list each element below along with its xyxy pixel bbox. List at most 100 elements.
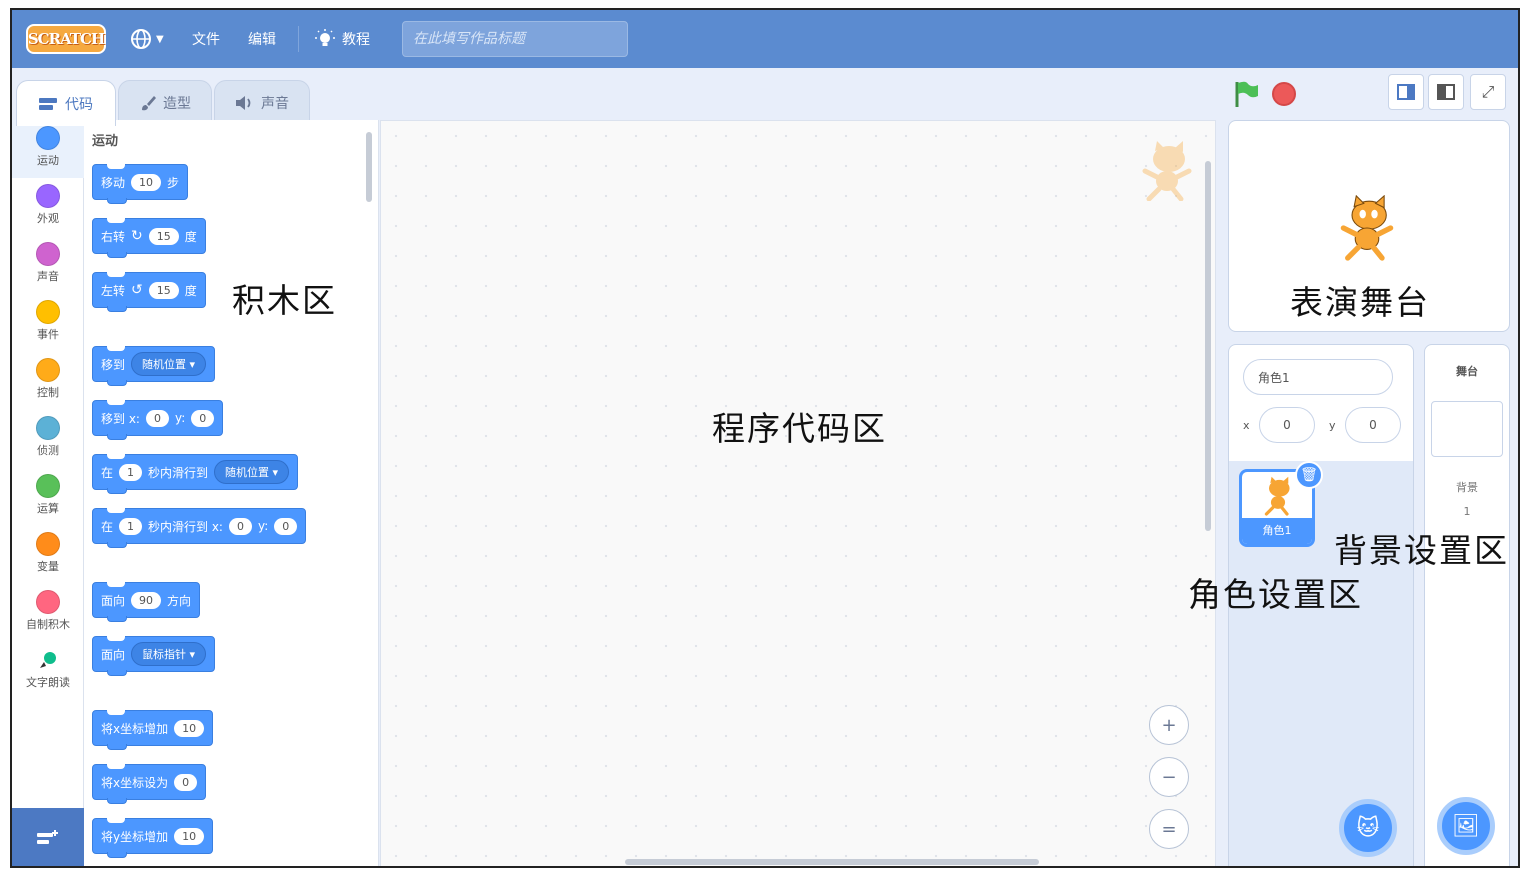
workspace-vertical-scrollbar[interactable] [1205,161,1211,531]
menu-bar: SCRATCH ▼ 文件 编辑 教程 在此填写作品标题 [12,10,1518,68]
block-change-y[interactable]: 将y坐标增加 10 [92,818,214,858]
lightbulb-icon [315,29,335,46]
tab-costumes-label: 造型 [163,95,191,112]
workspace-horizontal-scrollbar[interactable] [625,859,1039,865]
cat-sprite-icon [1264,476,1290,516]
zoom-in-button[interactable]: + [1149,705,1189,745]
palette-scrollbar[interactable] [366,132,372,202]
block-input[interactable]: 15 [148,227,179,245]
scratch-editor-window: SCRATCH ▼ 文件 编辑 教程 在此填写作品标题 代码 造型 声音 运动 … [10,8,1520,868]
globe-icon [131,29,151,49]
project-title-input[interactable]: 在此填写作品标题 [402,21,628,57]
block-dropdown[interactable]: 鼠标指针 ▾ [131,642,207,666]
tab-sounds[interactable]: 声音 [214,80,310,124]
block-input[interactable]: 1 [119,517,143,535]
fullscreen-button[interactable]: ⤢ [1470,74,1506,110]
block-text: 移到 [101,357,126,372]
category-dot [36,242,60,266]
sprite-area-callout: 角色设置区 [1188,575,1363,614]
category-motion[interactable]: 运动 [12,120,84,178]
sprite-watermark-icon [1142,141,1192,201]
category-label: 文字朗读 [26,676,70,689]
zoom-in-icon: + [1161,714,1177,736]
block-input[interactable]: 10 [174,719,205,737]
block-set-x[interactable]: 将x坐标设为 0 [92,764,207,804]
sprite-x-field[interactable]: 0 [1259,407,1315,443]
category-my-blocks[interactable]: 自制积木 [12,584,84,642]
small-stage-icon [1397,84,1415,100]
block-input[interactable]: 1 [119,463,143,481]
block-input[interactable]: 0 [145,409,169,427]
block-text: y: [174,411,186,425]
block-glide-xy[interactable]: 在 1 秒内滑行到 x: 0 y: 0 [92,508,307,548]
block-change-x[interactable]: 将x坐标增加 10 [92,710,214,750]
block-dropdown[interactable]: 随机位置 ▾ [214,460,290,484]
category-label: 运算 [37,502,59,515]
block-point-direction[interactable]: 面向 90 方向 [92,582,201,622]
backdrop-thumbnail[interactable] [1431,401,1503,457]
block-text: 方向 [167,593,192,608]
add-extension-button[interactable] [12,808,84,866]
category-dot [36,474,60,498]
block-input[interactable]: 0 [174,773,198,791]
rotate-clockwise-icon: ↻ [131,228,143,244]
file-menu[interactable]: 文件 [192,10,220,68]
block-text: y: [257,519,269,533]
scratch-logo[interactable]: SCRATCH [26,24,106,54]
category-control[interactable]: 控制 [12,352,84,410]
tab-code[interactable]: 代码 [16,80,116,126]
edit-menu[interactable]: 编辑 [248,10,276,68]
code-area-callout: 程序代码区 [712,409,887,448]
block-input[interactable]: 0 [228,517,252,535]
delete-sprite-button[interactable]: 🗑 [1295,461,1323,489]
tutorials-menu[interactable]: 教程 [314,10,370,68]
category-sensing[interactable]: 侦测 [12,410,84,468]
backdrop-count: 1 [1463,505,1471,518]
image-add-icon: 🖼 [1452,813,1480,839]
small-stage-button[interactable] [1388,74,1424,110]
cat-add-icon: 🐱 [1356,815,1380,841]
zoom-reset-button[interactable]: = [1149,809,1189,849]
category-variables[interactable]: 变量 [12,526,84,584]
block-input[interactable]: 15 [148,281,179,299]
block-text: 左转 [101,283,126,298]
code-workspace[interactable]: + − = [380,120,1216,866]
block-move-steps[interactable]: 移动 10 步 [92,164,189,204]
backdrop-area-callout: 背景设置区 [1334,531,1509,570]
sprite-list: 角色1 🗑 🐱 [1229,461,1413,866]
block-text: 将x坐标增加 [101,721,169,736]
block-point-towards[interactable]: 面向 鼠标指针 ▾ [92,636,216,676]
block-dropdown[interactable]: 随机位置 ▾ [131,352,207,376]
block-glide[interactable]: 在 1 秒内滑行到 随机位置 ▾ [92,454,299,494]
trash-icon: 🗑 [1300,467,1318,483]
category-dot [36,358,60,382]
add-backdrop-button[interactable]: 🖼 [1437,797,1495,855]
language-menu[interactable]: ▼ [130,10,164,68]
block-input[interactable]: 0 [191,409,215,427]
category-text-to-speech[interactable]: 文字朗读 [12,642,84,700]
tab-costumes[interactable]: 造型 [118,80,212,124]
category-dot [36,126,60,150]
block-goto-xy[interactable]: 移到 x: 0 y: 0 [92,400,224,440]
block-turn-left[interactable]: 左转 ↺ 15 度 [92,272,206,312]
block-goto[interactable]: 移到 随机位置 ▾ [92,346,216,386]
category-label: 变量 [37,560,59,573]
sprite-name-field[interactable]: 角色1 [1243,359,1393,395]
sprite-y-field[interactable]: 0 [1345,407,1401,443]
block-input[interactable]: 0 [274,517,298,535]
category-events[interactable]: 事件 [12,294,84,352]
stop-button[interactable] [1272,82,1296,106]
category-sound[interactable]: 声音 [12,236,84,294]
add-sprite-button[interactable]: 🐱 [1339,799,1397,857]
green-flag-icon[interactable] [1234,80,1260,108]
category-label: 侦测 [37,444,59,457]
category-operators[interactable]: 运算 [12,468,84,526]
block-text: 面向 [101,593,126,608]
large-stage-button[interactable] [1428,74,1464,110]
block-input[interactable]: 10 [131,173,162,191]
block-input[interactable]: 10 [174,827,205,845]
category-looks[interactable]: 外观 [12,178,84,236]
block-input[interactable]: 90 [131,591,162,609]
block-turn-right[interactable]: 右转 ↻ 15 度 [92,218,206,258]
zoom-out-button[interactable]: − [1149,757,1189,797]
